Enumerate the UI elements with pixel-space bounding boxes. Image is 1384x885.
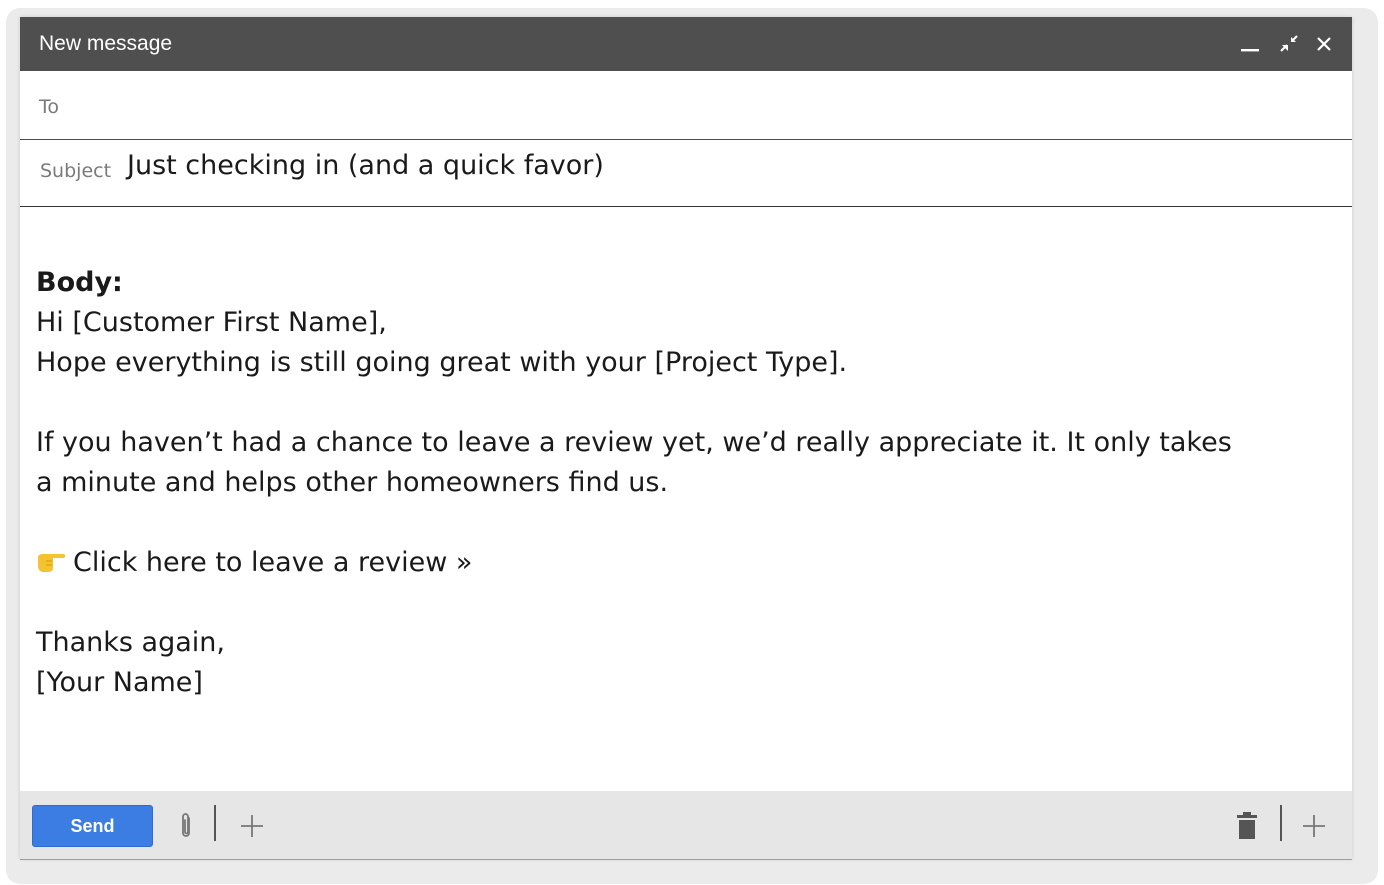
title-bar: New message <box>20 17 1352 71</box>
compose-window: New message To Subject Just checking in … <box>20 17 1352 860</box>
body-signature: [Your Name] <box>36 667 203 698</box>
close-button[interactable] <box>1311 31 1337 57</box>
subject-field-row[interactable]: Subject Just checking in (and a quick fa… <box>20 140 1352 207</box>
paperclip-icon <box>182 813 190 837</box>
body-line-hope: Hope everything is still going great wit… <box>36 347 848 378</box>
message-body[interactable]: Body: Hi [Customer First Name], Hope eve… <box>36 263 1326 703</box>
minimize-icon <box>1241 49 1259 52</box>
body-review-paragraph-line2: a minute and helps other homeowners find… <box>36 467 669 498</box>
toolbar-divider <box>1280 805 1282 841</box>
body-greeting: Hi [Customer First Name], <box>36 307 387 338</box>
review-link[interactable]: Click here to leave a review » <box>36 543 1326 583</box>
more-options-button[interactable] <box>1301 813 1327 843</box>
close-icon <box>1317 37 1331 51</box>
body-review-paragraph-line1: If you haven’t had a chance to leave a r… <box>36 427 1232 458</box>
exit-fullscreen-icon <box>1280 35 1298 52</box>
window-title: New message <box>39 32 173 55</box>
body-heading: Body: <box>36 267 123 298</box>
plus-icon <box>1303 815 1325 837</box>
to-field-row[interactable]: To <box>20 71 1352 140</box>
compose-toolbar: Send <box>20 791 1352 860</box>
attach-button[interactable] <box>175 811 197 845</box>
insert-button[interactable] <box>239 813 265 843</box>
trash-icon <box>1237 812 1257 839</box>
minimize-button[interactable] <box>1238 31 1264 57</box>
subject-input[interactable]: Just checking in (and a quick favor) <box>127 150 604 181</box>
review-link-text[interactable]: Click here to leave a review » <box>73 547 472 578</box>
to-label: To <box>39 96 60 118</box>
discard-button[interactable] <box>1235 812 1259 844</box>
toolbar-divider <box>214 805 216 841</box>
send-button[interactable]: Send <box>32 805 153 847</box>
pointing-hand-icon <box>38 554 66 572</box>
body-signoff: Thanks again, <box>36 627 225 658</box>
subject-label: Subject <box>40 160 112 182</box>
plus-icon <box>241 815 263 837</box>
exit-fullscreen-button[interactable] <box>1277 31 1303 57</box>
